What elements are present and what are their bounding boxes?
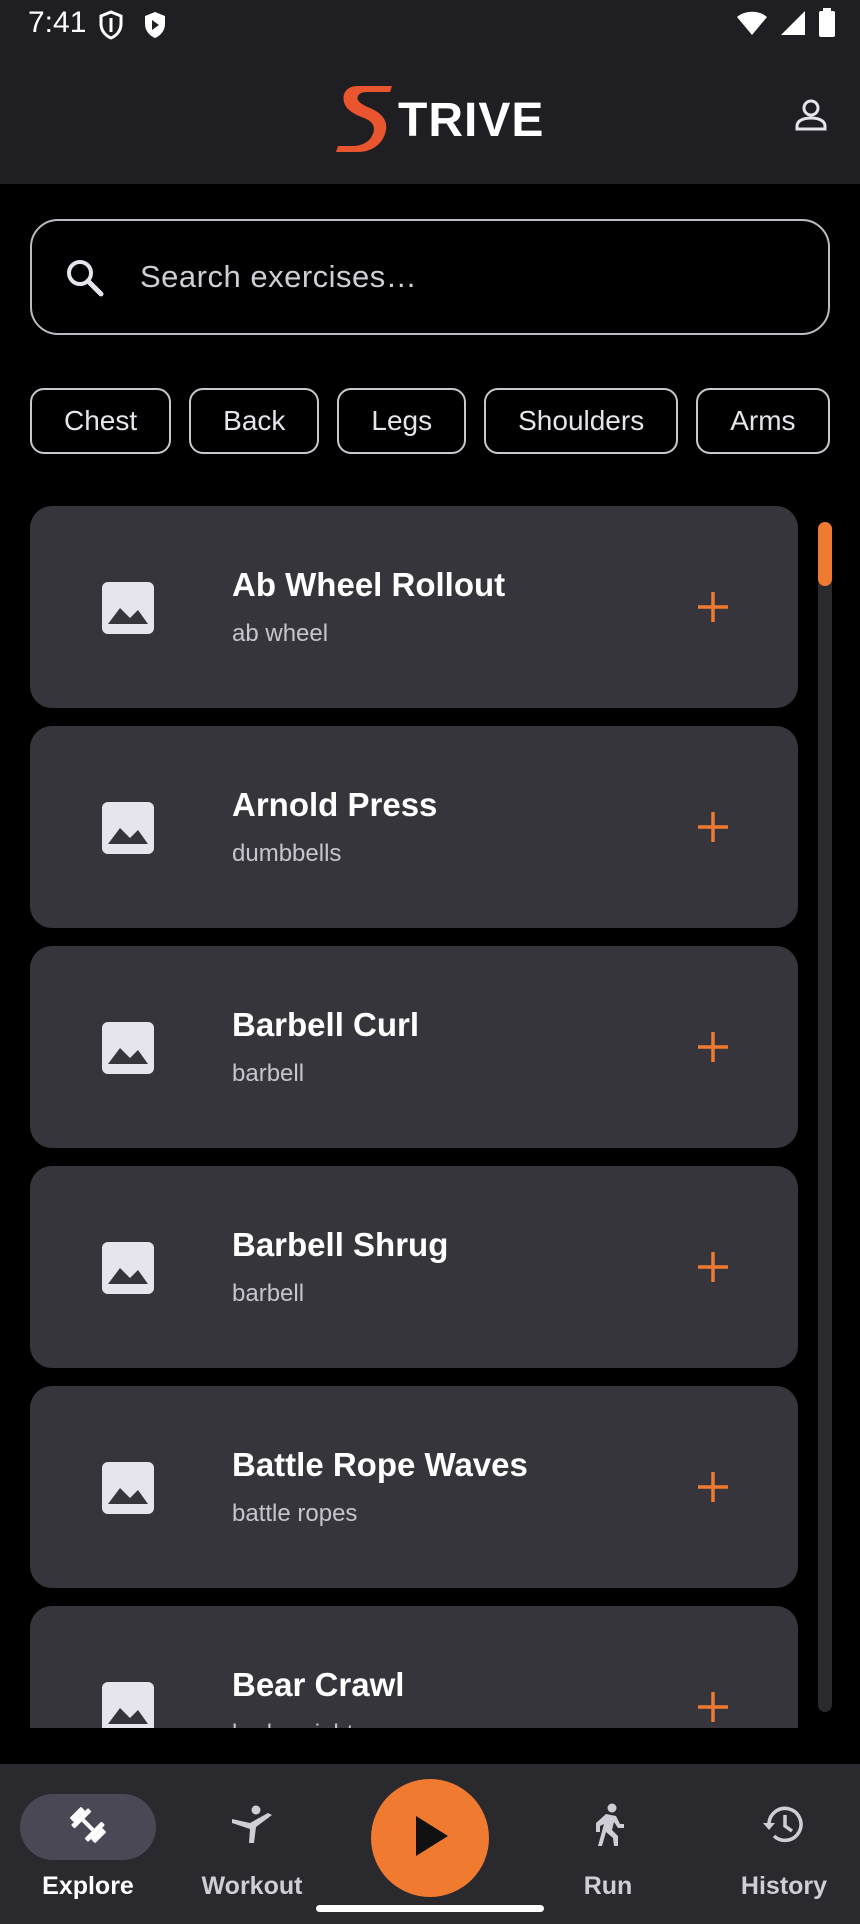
add-exercise-button[interactable] [688, 1682, 738, 1728]
chip-arms[interactable]: Arms [696, 388, 830, 454]
exercise-name: Barbell Curl [232, 1006, 420, 1043]
muscle-filter-chips: Chest Back Legs Shoulders Arms [30, 388, 830, 454]
nav-run[interactable]: Run [522, 1764, 694, 1924]
chip-shoulders[interactable]: Shoulders [484, 388, 679, 454]
status-icons-left [98, 10, 168, 45]
scrollbar-thumb[interactable] [818, 522, 832, 586]
status-icons-right [736, 8, 836, 43]
exercise-name: Bear Crawl [232, 1666, 405, 1703]
status-bar: 7:41 [0, 0, 860, 50]
exercise-equipment: dumbbells [232, 840, 342, 867]
exercise-name: Battle Rope Waves [232, 1446, 528, 1483]
nav-label: Workout [201, 1872, 303, 1900]
shield-outline-icon [98, 10, 124, 45]
exercise-equipment: barbell [232, 1060, 305, 1087]
image-placeholder-icon [100, 1460, 156, 1516]
battery-icon [818, 8, 836, 43]
nav-workout[interactable]: Workout [166, 1764, 338, 1924]
image-placeholder-icon [100, 1240, 156, 1296]
nav-label: Run [583, 1872, 633, 1900]
exercise-card[interactable]: Bear Crawl bodyweight [30, 1606, 798, 1728]
nav-label: History [740, 1872, 828, 1900]
plus-icon [698, 1472, 728, 1502]
exercise-list[interactable]: Ab Wheel Rollout ab wheel Arnold Press d… [30, 506, 798, 1728]
exercise-name: Ab Wheel Rollout [232, 566, 506, 603]
shield-play-icon [142, 10, 168, 45]
running-person-icon [588, 1802, 628, 1853]
plus-icon [698, 1252, 728, 1282]
add-exercise-button[interactable] [688, 582, 738, 632]
exercise-name: Barbell Shrug [232, 1226, 449, 1263]
chip-back[interactable]: Back [189, 388, 320, 454]
bottom-navigation: Explore Workout Run History [0, 1764, 860, 1924]
add-exercise-button[interactable] [688, 802, 738, 852]
add-exercise-button[interactable] [688, 1242, 738, 1292]
status-time: 7:41 [28, 6, 87, 39]
play-icon [408, 1812, 452, 1865]
list-scrollbar[interactable] [818, 522, 832, 1712]
history-clock-icon [761, 1803, 807, 1852]
plus-icon [698, 812, 728, 842]
exercise-card[interactable]: Barbell Shrug barbell [30, 1166, 798, 1368]
plus-icon [698, 1692, 728, 1722]
start-workout-button[interactable] [371, 1779, 489, 1897]
chip-chest[interactable]: Chest [30, 388, 172, 454]
image-placeholder-icon [100, 1680, 156, 1728]
search-icon[interactable] [62, 255, 106, 299]
exercise-equipment: battle ropes [232, 1500, 358, 1527]
exercise-equipment: barbell [232, 1280, 305, 1307]
exercise-card[interactable]: Ab Wheel Rollout ab wheel [30, 506, 798, 708]
exercise-name: Arnold Press [232, 786, 438, 823]
exercise-card[interactable]: Barbell Curl barbell [30, 946, 798, 1148]
gesture-navigation-bar[interactable] [316, 1905, 544, 1912]
yoga-pose-icon [228, 1803, 276, 1852]
plus-icon [698, 1032, 728, 1062]
profile-button[interactable] [786, 92, 836, 142]
nav-explore[interactable]: Explore [2, 1764, 174, 1924]
logo-text: TRIVE [398, 94, 545, 147]
signal-icon [780, 9, 806, 42]
wifi-icon [736, 9, 768, 42]
exercise-equipment: bodyweight [232, 1720, 353, 1728]
exercise-equipment: ab wheel [232, 620, 329, 647]
app-bar: TRIVE [0, 50, 860, 184]
search-input[interactable] [140, 259, 780, 295]
image-placeholder-icon [100, 1020, 156, 1076]
app-logo: TRIVE [334, 80, 544, 161]
person-outline-icon [793, 97, 829, 138]
image-placeholder-icon [100, 800, 156, 856]
logo-s-mark [334, 80, 394, 161]
search-bar[interactable] [30, 219, 830, 335]
nav-label: Explore [42, 1872, 134, 1900]
dumbbell-icon [66, 1803, 110, 1852]
chip-legs[interactable]: Legs [337, 388, 467, 454]
exercise-card[interactable]: Arnold Press dumbbells [30, 726, 798, 928]
image-placeholder-icon [100, 580, 156, 636]
add-exercise-button[interactable] [688, 1022, 738, 1072]
plus-icon [698, 592, 728, 622]
add-exercise-button[interactable] [688, 1462, 738, 1512]
nav-history[interactable]: History [698, 1764, 860, 1924]
exercise-card[interactable]: Battle Rope Waves battle ropes [30, 1386, 798, 1588]
